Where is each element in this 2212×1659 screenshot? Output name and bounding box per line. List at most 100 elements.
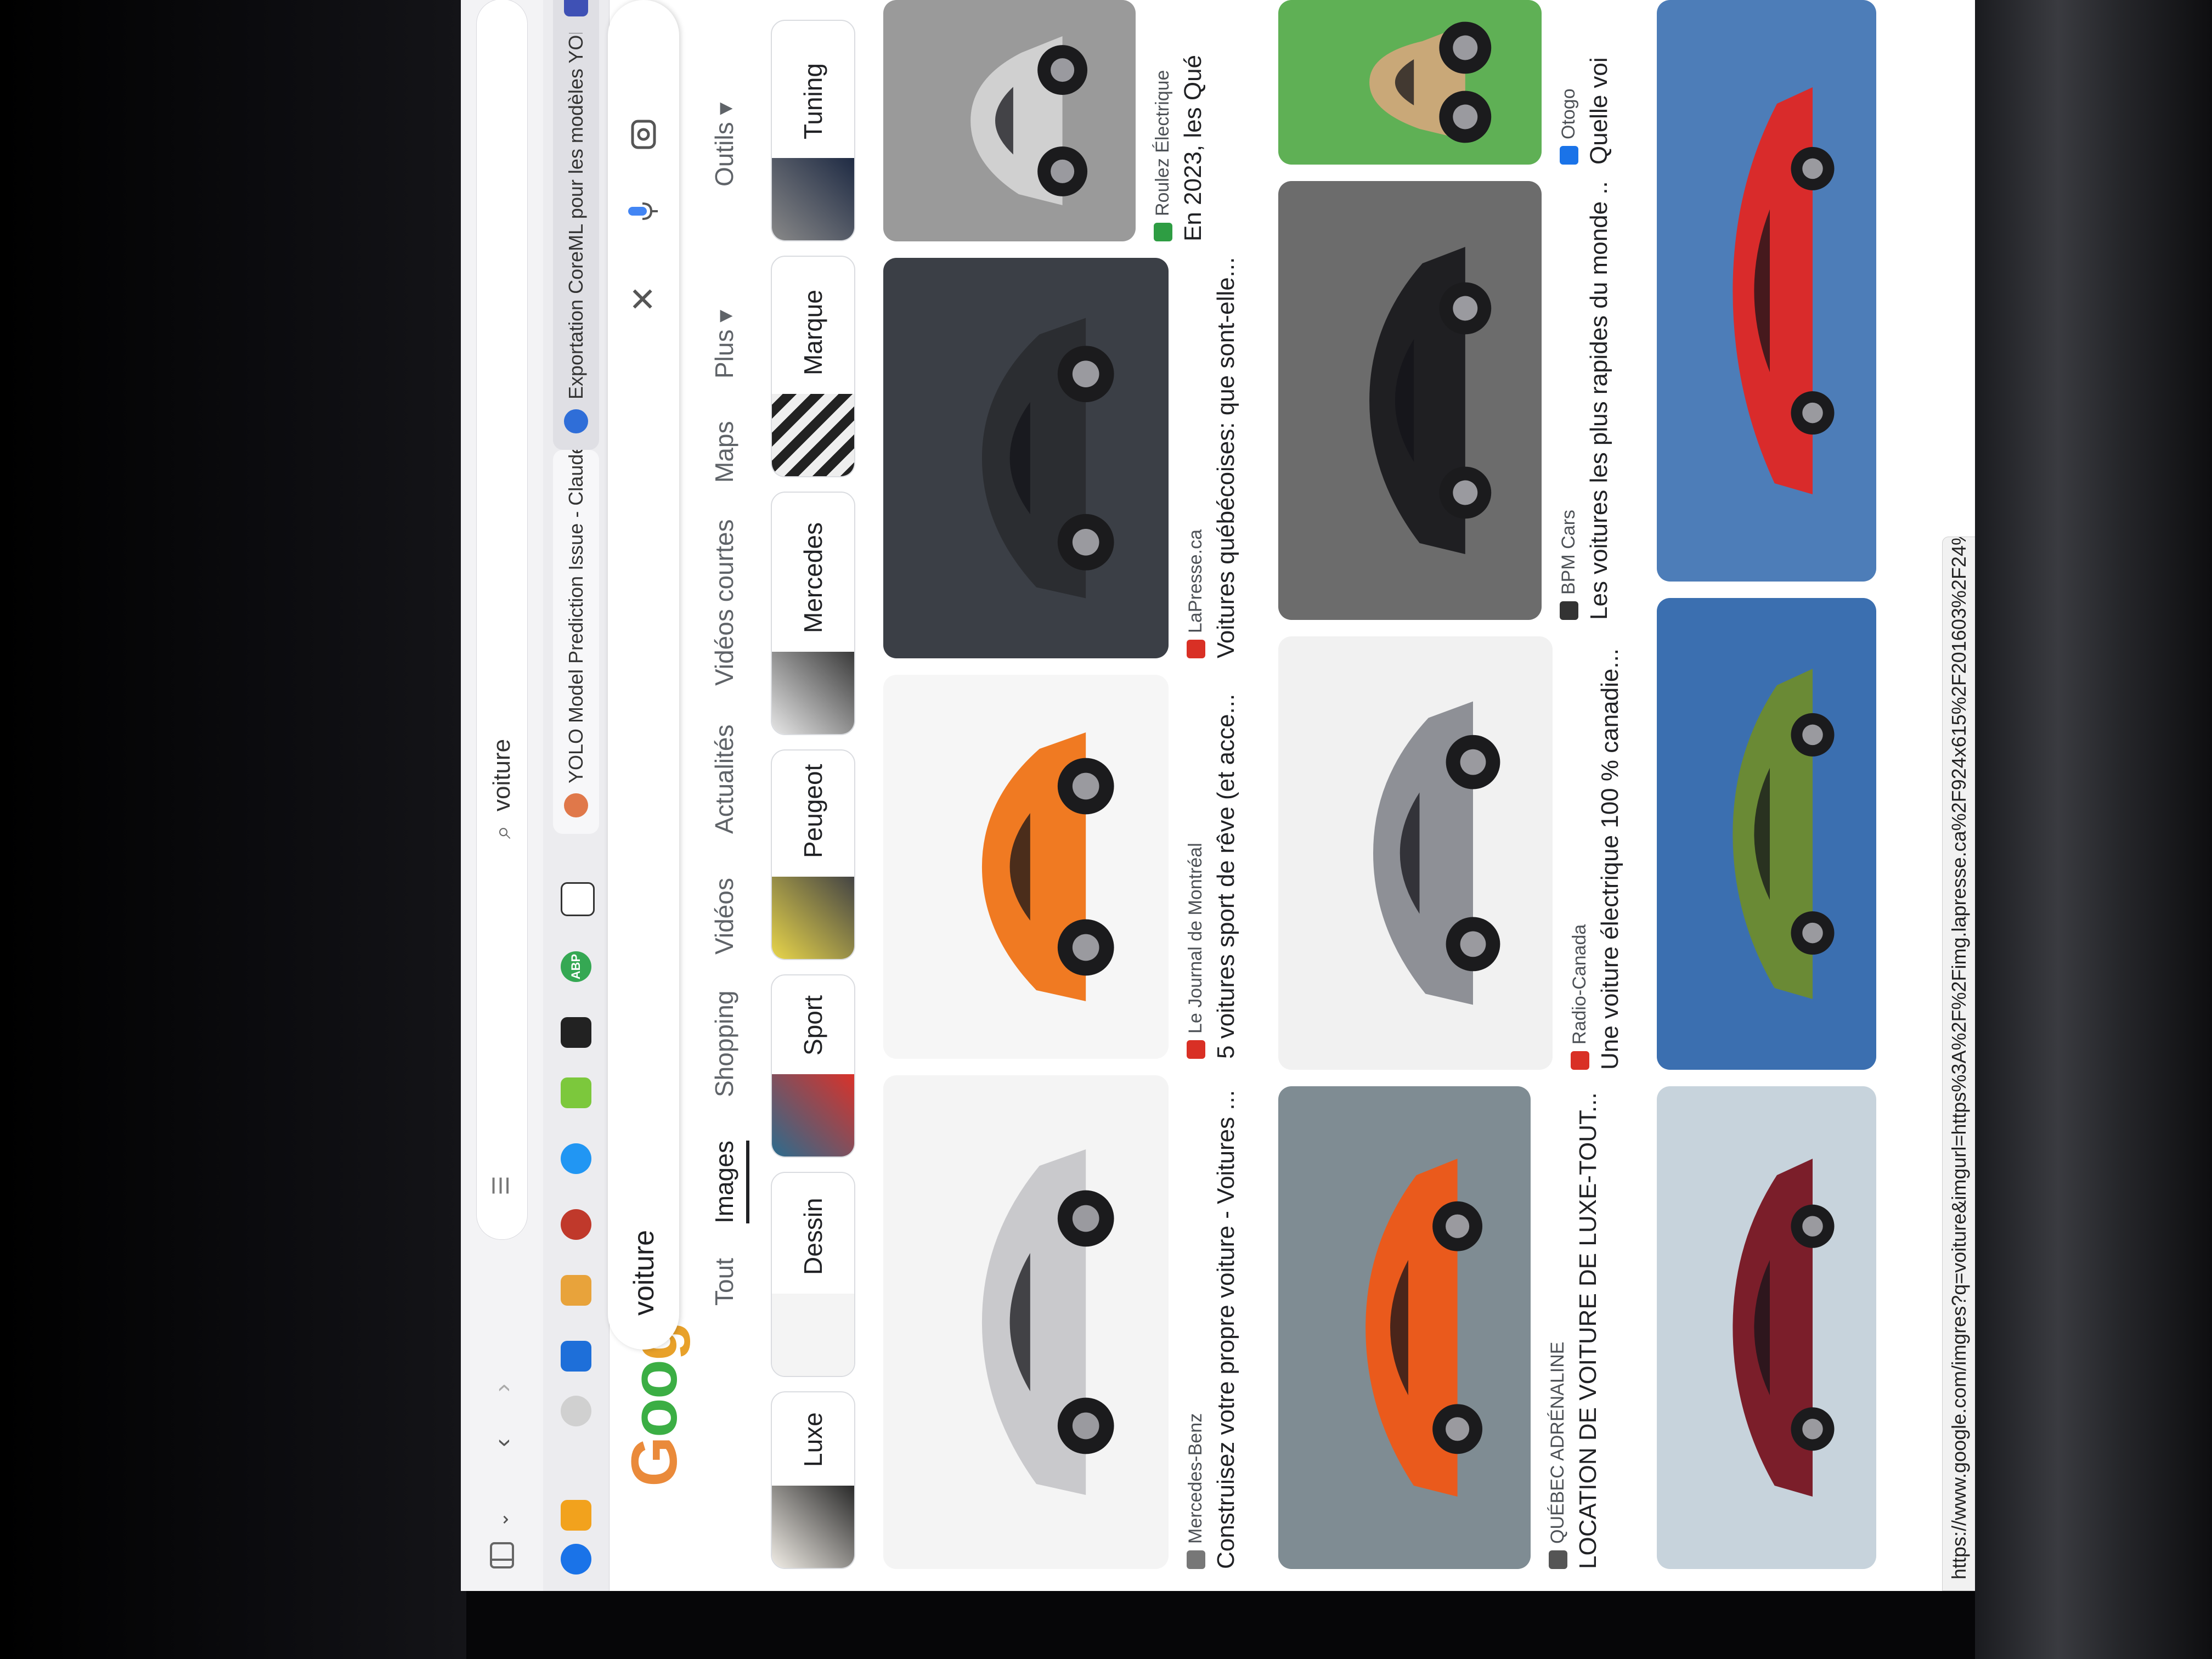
image-result-card[interactable]: QUÉBEC ADRÉNALINE LOCATION DE VOITURE DE … [1278, 1086, 1618, 1569]
reader-icon[interactable]: ☰ [489, 1176, 514, 1195]
chip-tuning[interactable]: Tuning [771, 20, 855, 241]
image-result-card[interactable] [1657, 598, 1964, 1070]
result-source[interactable]: Le Journal de Montréal [1185, 843, 1206, 1059]
chip-mercedes[interactable]: Mercedes [771, 492, 855, 735]
chip-thumbnail [772, 394, 854, 476]
chip-luxe[interactable]: Luxe [771, 1391, 855, 1569]
result-title[interactable]: Quelle voi [1585, 0, 1613, 165]
tab-claude[interactable]: YOLO Model Prediction Issue - Claude [553, 443, 599, 834]
tab-actualites[interactable]: Actualités [702, 725, 746, 834]
search-input[interactable] [608, 546, 680, 1317]
result-thumbnail[interactable] [883, 258, 1169, 658]
tools-button[interactable]: Outils ▾ [702, 103, 746, 187]
clear-icon[interactable]: ✕ [624, 280, 663, 318]
pinned-tab-icon[interactable] [561, 1341, 591, 1372]
adblock-icon[interactable]: ABP [561, 951, 591, 982]
result-thumbnail[interactable] [1278, 181, 1542, 620]
image-result-card[interactable]: Le Journal de Montréal 5 voitures sport d… [883, 675, 1256, 1059]
tab-shopping[interactable]: Shopping [702, 991, 746, 1097]
pinned-tab-icon[interactable] [561, 1275, 591, 1306]
result-thumbnail[interactable] [1278, 636, 1553, 1070]
tab-coreml[interactable]: Exportation CoreML pour les modèles YOLO… [553, 0, 599, 450]
result-title[interactable]: Construisez votre propre voiture - Voitu… [1212, 1075, 1240, 1569]
result-thumbnail[interactable] [1657, 598, 1876, 1070]
tab-plus[interactable]: Plus ▾ [702, 310, 746, 379]
result-source[interactable]: Roulez Électrique [1152, 70, 1173, 241]
chevron-down-icon[interactable]: ⌄ [483, 1509, 521, 1531]
image-result-card[interactable] [1657, 0, 1964, 582]
result-title[interactable]: Une voiture électrique 100 % canadie... [1596, 636, 1624, 1070]
result-source[interactable]: Radio-Canada [1569, 924, 1590, 1070]
chip-peugeot[interactable]: Peugeot [771, 749, 855, 960]
source-favicon-icon [1570, 1051, 1589, 1070]
notion-icon[interactable] [561, 882, 595, 916]
image-result-card[interactable]: BPM Cars Les voitures les plus rapides du… [1278, 181, 1629, 620]
result-source-label: Radio-Canada [1569, 924, 1590, 1045]
chip-sport[interactable]: Sport [771, 974, 855, 1158]
result-source-label: QUÉBEC ADRÉNALINE [1547, 1341, 1568, 1544]
result-thumbnail[interactable] [883, 675, 1169, 1059]
result-thumbnail[interactable] [1278, 1086, 1531, 1569]
car-image [1733, 669, 1835, 999]
result-source[interactable]: QUÉBEC ADRÉNALINE [1547, 1342, 1568, 1569]
chip-dessin[interactable]: Dessin [771, 1172, 855, 1377]
search-box: ✕ [608, 0, 680, 1350]
result-thumbnail[interactable] [1657, 0, 1876, 582]
source-favicon-icon [1559, 146, 1578, 165]
image-result-card[interactable]: LaPresse.ca Voitures québécoises: que son… [883, 258, 1256, 658]
pinned-tab-icon[interactable] [561, 1077, 591, 1108]
image-result-card[interactable]: Radio-Canada Une voiture électrique 100 %… [1278, 636, 1640, 1070]
chip-label: Tuning [799, 63, 827, 139]
result-source-label: Roulez Électrique [1152, 70, 1173, 216]
result-thumbnail[interactable] [883, 1075, 1169, 1569]
result-source[interactable]: BPM Cars [1558, 510, 1579, 620]
tab-maps[interactable]: Maps [702, 421, 746, 483]
result-source[interactable]: Otogo [1558, 88, 1579, 165]
tab-images[interactable]: Images [702, 1141, 749, 1223]
image-result-card[interactable]: Roulez Électrique En 2023, les Qué [883, 0, 1223, 241]
car-image [1373, 701, 1500, 1005]
result-title[interactable]: LOCATION DE VOITURE DE LUXE-TOUT... [1575, 1086, 1602, 1569]
tab-tout[interactable]: Tout [702, 1258, 746, 1306]
chip-label: Peugeot [799, 764, 827, 858]
pinned-tab-icon[interactable] [561, 1143, 591, 1174]
address-bar[interactable]: ⌕ voiture ☰ [476, 0, 528, 1240]
tab-ma[interactable]: Ma [553, 0, 599, 33]
result-source[interactable]: Mercedes-Benz [1185, 1413, 1206, 1569]
microphone-icon[interactable] [624, 192, 663, 230]
camera-lens-icon[interactable] [624, 115, 663, 154]
result-thumbnail[interactable] [1657, 1086, 1876, 1569]
tab-videos-courtes[interactable]: Vidéos courtes [702, 520, 746, 686]
chip-thumbnail [772, 877, 854, 959]
chip-thumbnail [772, 158, 854, 240]
pinned-tab-icon[interactable] [561, 1396, 591, 1426]
result-source-label: Le Journal de Montréal [1185, 843, 1206, 1034]
result-title[interactable]: En 2023, les Qué [1180, 0, 1207, 241]
sidebar-toggle-icon[interactable] [483, 1536, 521, 1575]
source-favicon-icon [1186, 1040, 1205, 1059]
image-result-card[interactable] [1657, 1086, 1964, 1569]
result-thumbnail[interactable] [1278, 0, 1542, 165]
ultralytics-icon [564, 409, 588, 433]
browser-toolbar: ⌄ ‹ › ⌕ voiture ☰ [461, 0, 544, 1591]
image-result-card[interactable]: Otogo Quelle voi [1278, 0, 1629, 165]
chip-thumbnail [772, 1074, 854, 1156]
source-favicon-icon [1186, 640, 1205, 658]
car-image [981, 732, 1114, 1001]
tab-label: Exportation CoreML pour les modèles YOLO… [565, 0, 587, 399]
pinned-tab-icon[interactable] [561, 1209, 591, 1240]
forward-icon[interactable]: › [483, 1366, 521, 1410]
back-icon[interactable]: ‹ [483, 1421, 521, 1465]
pinned-tab-icon[interactable] [561, 1500, 591, 1531]
result-title[interactable]: 5 voitures sport de rêve (et acce... [1212, 675, 1240, 1059]
result-source[interactable]: LaPresse.ca [1185, 529, 1206, 658]
image-result-card[interactable]: Mercedes-Benz Construisez votre propre vo… [883, 1075, 1256, 1569]
result-title[interactable]: Les voitures les plus rapides du monde .… [1585, 181, 1613, 620]
result-thumbnail[interactable] [883, 0, 1136, 241]
source-favicon-icon [1186, 1550, 1205, 1569]
chip-marque[interactable]: Marque [771, 256, 855, 477]
tab-videos[interactable]: Vidéos [702, 878, 746, 955]
pinned-tab-icon[interactable] [561, 1544, 591, 1575]
result-title[interactable]: Voitures québécoises: que sont-elle... [1212, 258, 1240, 658]
pinned-tab-icon[interactable] [561, 1017, 591, 1048]
